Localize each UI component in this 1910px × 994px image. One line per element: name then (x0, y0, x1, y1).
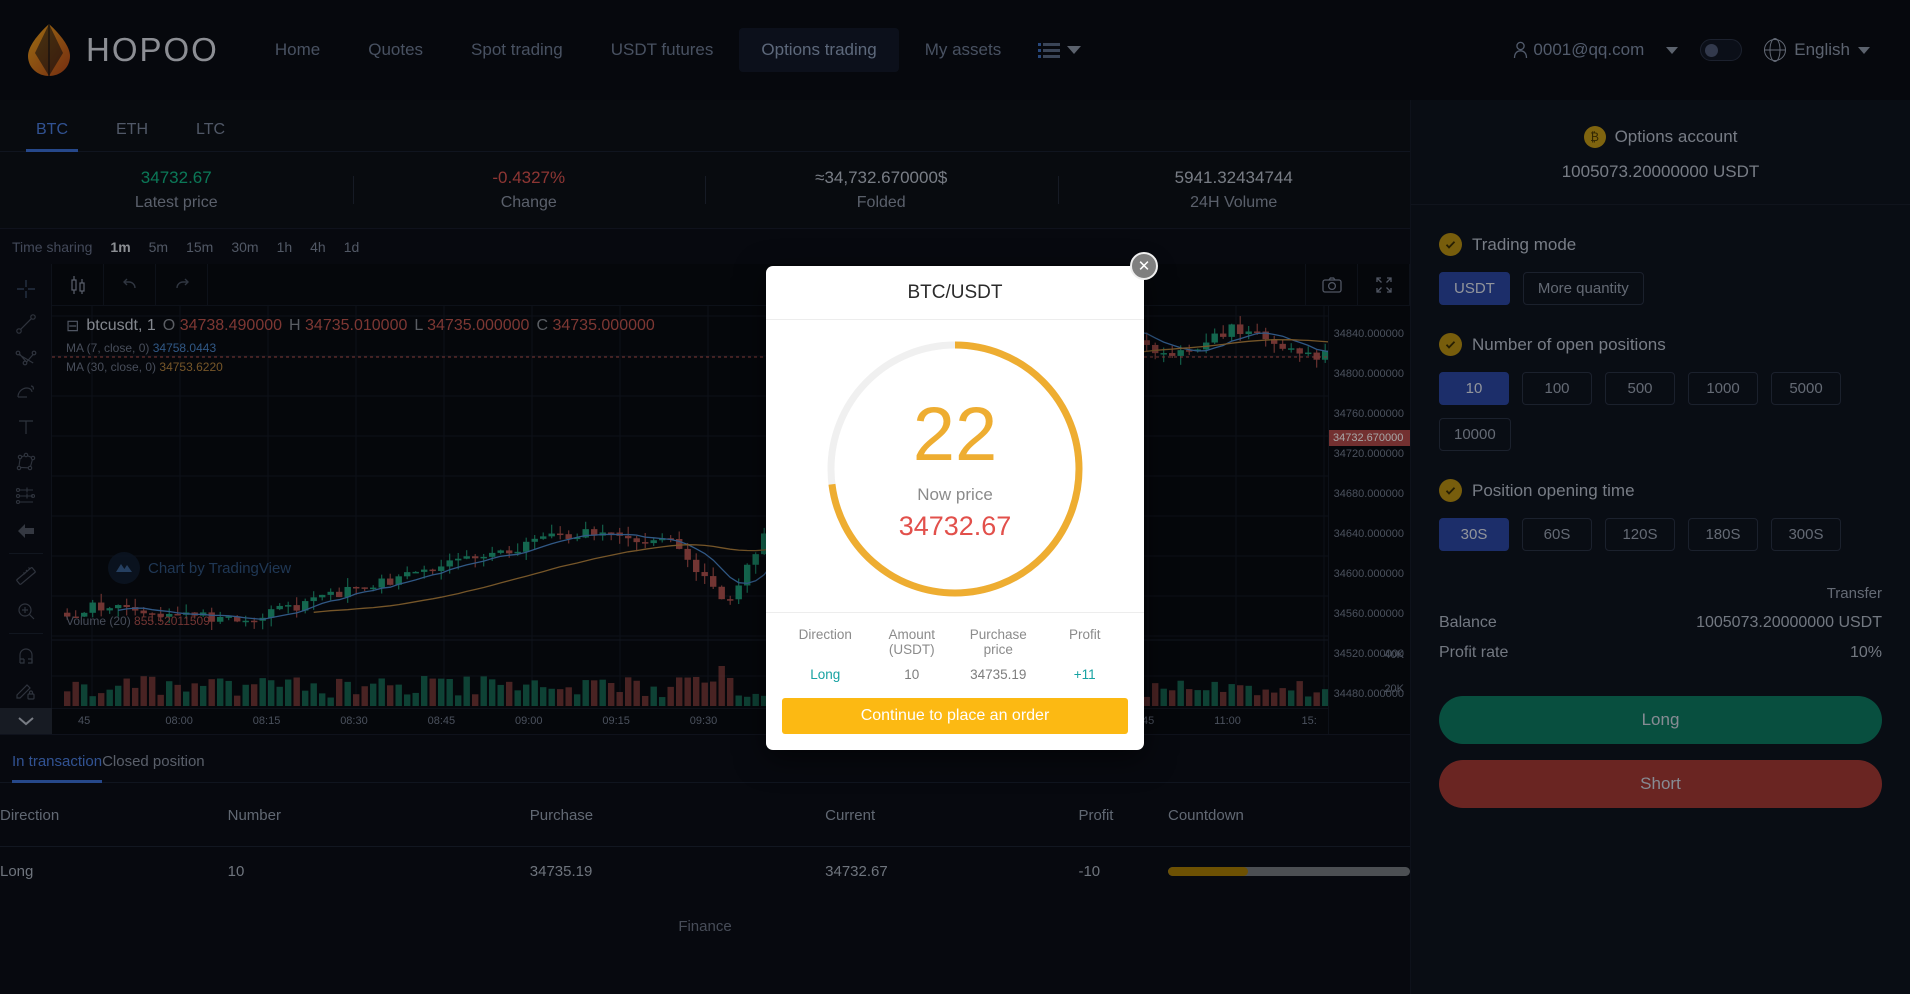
modal-col-purchase-price: Purchase price (969, 627, 1027, 657)
modal-table-header: Direction Amount (USDT) Purchase price P… (782, 627, 1128, 667)
order-confirmation-modal: ✕ BTC/USDT 22 Now price 34732.67 Directi… (766, 252, 1158, 750)
modal-order-table: Direction Amount (USDT) Purchase price P… (766, 612, 1144, 698)
modal-table-row: Long 10 34735.19 +11 (782, 667, 1128, 682)
now-price-label: Now price (917, 484, 993, 504)
modal-title: BTC/USDT (766, 266, 1144, 320)
gauge-content: 22 Now price 34732.67 (822, 336, 1088, 602)
modal-cell-amount: 10 (904, 667, 920, 682)
modal-col-amount: Amount (USDT) (888, 627, 936, 657)
modal-col-profit: Profit (1068, 627, 1101, 642)
modal-cell-profit: +11 (1073, 667, 1096, 682)
countdown-gauge-wrap: 22 Now price 34732.67 (766, 320, 1144, 612)
modal-cell-direction: Long (810, 667, 841, 682)
modal-col-direction: Direction (798, 627, 852, 642)
modal-cell-purchase-price: 34735.19 (970, 667, 1027, 682)
options-trading-page: HOPOO Home Quotes Spot trading USDT futu… (0, 0, 1910, 994)
now-price-value: 34732.67 (898, 510, 1012, 541)
countdown-seconds: 22 (912, 391, 998, 477)
countdown-gauge: 22 Now price 34732.67 (822, 336, 1088, 602)
continue-order-button[interactable]: Continue to place an order (782, 698, 1128, 734)
close-icon[interactable]: ✕ (1130, 252, 1158, 280)
